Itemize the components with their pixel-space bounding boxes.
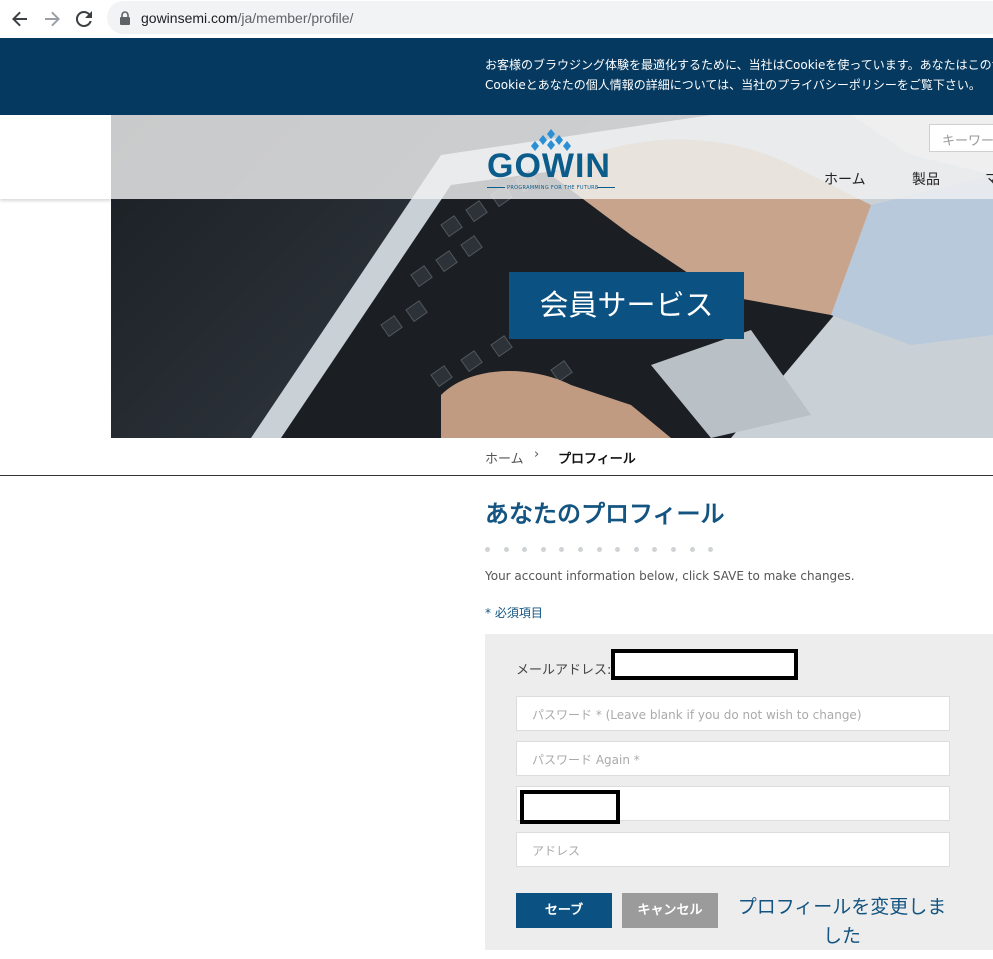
address-field[interactable]: アドレス bbox=[516, 832, 950, 867]
hero-title: 会員サービス bbox=[509, 272, 744, 339]
back-icon[interactable] bbox=[6, 5, 34, 33]
browser-toolbar: gowinsemi.com/ja/member/profile/ bbox=[0, 0, 993, 38]
divider bbox=[0, 475, 993, 476]
email-label: メールアドレス: bbox=[516, 663, 612, 678]
logo-tagline: PROGRAMMING FOR THE FUTURE bbox=[507, 185, 599, 191]
url-text: gowinsemi.com/ja/member/profile/ bbox=[141, 9, 354, 26]
page-description: Your account information below, click SA… bbox=[485, 569, 855, 583]
nav-item-products[interactable]: 製品 bbox=[912, 169, 940, 189]
password-again-field[interactable]: パスワード Again * bbox=[516, 741, 950, 776]
required-note: * 必須項目 bbox=[485, 606, 543, 620]
page-title: あなたのプロフィール bbox=[485, 500, 725, 528]
chevron-right-icon: › bbox=[534, 447, 540, 462]
password-field[interactable]: パスワード * (Leave blank if you do not wish … bbox=[516, 696, 950, 731]
nav-item-more[interactable]: マ bbox=[985, 169, 993, 189]
logo-wordmark: GOWIN bbox=[487, 147, 611, 185]
cookie-notice: お客様のブラウジング体験を最適化するために、当社はCookieを使っています。あ… bbox=[0, 38, 993, 115]
nav-item-home[interactable]: ホーム bbox=[824, 169, 866, 189]
cookie-notice-line2: Cookieとあなたの個人情報の詳細については、当社のプライバシーポリシーをご覧… bbox=[485, 78, 981, 92]
site-header: GOWIN PROGRAMMING FOR THE FUTURE キーワー ホー… bbox=[111, 115, 993, 199]
email-value-redacted bbox=[611, 649, 798, 680]
cancel-button[interactable]: キャンセル bbox=[622, 893, 718, 928]
cookie-notice-line1: お客様のブラウジング体験を最適化するために、当社はCookieを使っています。あ… bbox=[485, 58, 993, 72]
forward-icon[interactable] bbox=[38, 5, 66, 33]
breadcrumb-current: プロフィール bbox=[558, 452, 636, 467]
success-message: プロフィールを変更しました bbox=[737, 896, 947, 947]
name-value-redacted bbox=[520, 790, 620, 824]
search-input[interactable]: キーワー bbox=[929, 124, 993, 152]
breadcrumb-home[interactable]: ホーム bbox=[485, 448, 524, 467]
lock-icon bbox=[120, 10, 130, 25]
reload-icon[interactable] bbox=[70, 5, 98, 33]
address-bar[interactable]: gowinsemi.com/ja/member/profile/ bbox=[107, 1, 993, 34]
save-button[interactable]: セーブ bbox=[516, 893, 612, 928]
gowin-logo[interactable]: GOWIN PROGRAMMING FOR THE FUTURE bbox=[485, 129, 625, 191]
header-left-strip bbox=[0, 115, 111, 199]
hero-banner: GOWIN PROGRAMMING FOR THE FUTURE キーワー ホー… bbox=[111, 115, 993, 438]
dotted-separator bbox=[485, 547, 727, 552]
